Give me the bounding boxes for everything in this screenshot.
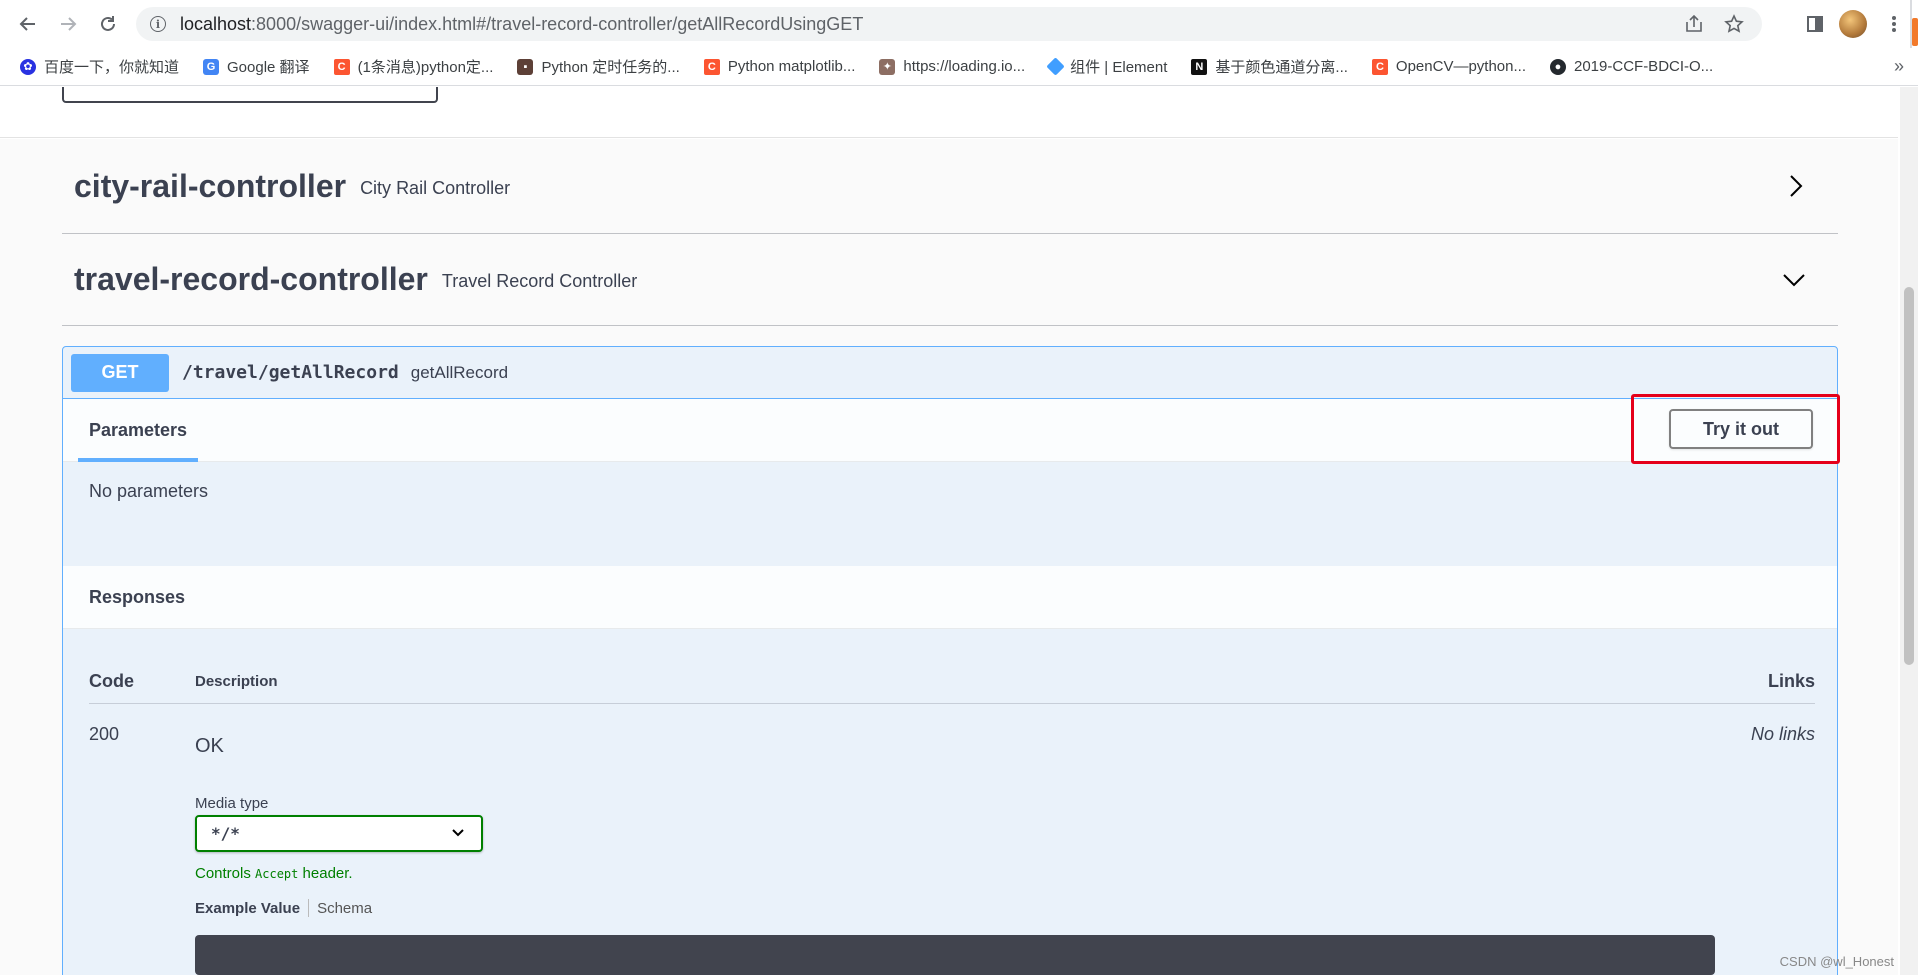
n-icon: N xyxy=(1191,58,1208,75)
profile-avatar[interactable] xyxy=(1839,10,1867,38)
watermark: CSDN @wl_Honest xyxy=(1779,954,1894,969)
bookmark-item[interactable]: N 基于颜色通道分离... xyxy=(1191,56,1348,77)
bookmark-label: Python matplotlib... xyxy=(727,58,856,75)
bookmark-label: 2019-CCF-BDCI-O... xyxy=(1574,58,1714,75)
method-badge: GET xyxy=(71,353,169,392)
chevron-right-icon[interactable] xyxy=(1786,174,1806,198)
bookmark-item[interactable]: ▪ Python 定时任务的... xyxy=(517,56,680,77)
bookmark-item[interactable]: C OpenCV—python... xyxy=(1371,58,1526,75)
highlight-annotation xyxy=(1631,394,1840,464)
bookmark-item[interactable]: ✦ https://loading.io... xyxy=(879,58,1025,75)
media-type-label: Media type xyxy=(195,795,269,812)
side-panel-button[interactable] xyxy=(1801,10,1829,38)
bookmark-item[interactable]: ● 2019-CCF-BDCI-O... xyxy=(1550,58,1713,75)
loading-icon: ✦ xyxy=(879,58,896,75)
bookmark-label: (1条消息)python定... xyxy=(357,59,494,76)
chevron-down-icon xyxy=(452,829,464,837)
tag-title: travel-record-controller xyxy=(74,261,428,297)
example-value-box xyxy=(195,935,1715,975)
tag-description: City Rail Controller xyxy=(360,177,511,198)
csdn-icon: C xyxy=(703,58,720,75)
column-header-code: Code xyxy=(89,671,134,691)
help-suffix: header. xyxy=(298,865,353,882)
tag-title: city-rail-controller xyxy=(74,167,347,204)
operation-summary[interactable]: GET /travel/getAllRecord getAllRecord xyxy=(63,347,1837,399)
chevron-down-icon[interactable] xyxy=(1782,270,1806,290)
bookmark-item[interactable]: 组件 | Element xyxy=(1046,56,1168,77)
bookmark-label: 组件 | Element xyxy=(1070,59,1168,76)
column-header-links: Links xyxy=(1767,671,1815,691)
element-icon xyxy=(1046,57,1065,76)
bookmark-item[interactable]: C (1条消息)python定... xyxy=(333,56,494,77)
back-button[interactable] xyxy=(14,10,42,38)
bookmark-label: Python 定时任务的... xyxy=(541,59,680,76)
header-divider xyxy=(89,703,1815,704)
bookmark-label: 基于颜色通道分离... xyxy=(1215,59,1348,76)
scheme-section xyxy=(0,87,1898,138)
tag-description: Travel Record Controller xyxy=(441,271,638,291)
bookmark-label: Google 翻译 xyxy=(227,59,310,76)
parameters-header: Parameters Try it out xyxy=(63,399,1837,462)
media-type-help: Controls Accept header. xyxy=(195,865,353,882)
tab-example-value[interactable]: Example Value xyxy=(195,900,300,917)
scrollbar-thumb[interactable] xyxy=(1904,287,1914,665)
response-description: OK xyxy=(195,735,224,757)
bookmark-label: https://loading.io... xyxy=(903,58,1026,75)
address-bar[interactable]: i localhost:8000/swagger-ui/index.html#/… xyxy=(136,7,1762,41)
reload-icon xyxy=(101,16,115,31)
forward-button[interactable] xyxy=(54,10,82,38)
more-bookmarks-button[interactable]: » xyxy=(1894,56,1904,77)
page-viewport: city-rail-controller City Rail Controlle… xyxy=(0,87,1898,975)
menu-button[interactable] xyxy=(1880,10,1908,38)
bookmark-label: 百度一下，你就知道 xyxy=(44,59,180,76)
operation-description: getAllRecord xyxy=(410,362,509,382)
url-path: :8000/swagger-ui/index.html#/travel-reco… xyxy=(251,13,864,34)
star-icon[interactable] xyxy=(1724,14,1744,34)
tag-city-rail-controller[interactable]: city-rail-controller City Rail Controlle… xyxy=(62,139,1838,234)
baidu-icon: ✿ xyxy=(20,58,36,75)
camera-icon: ▪ xyxy=(517,58,534,75)
bookmark-label: OpenCV—python... xyxy=(1395,58,1526,75)
response-links: No links xyxy=(1750,724,1815,744)
tag-travel-record-controller[interactable]: travel-record-controller Travel Record C… xyxy=(62,234,1838,326)
share-icon[interactable] xyxy=(1684,14,1704,34)
site-info-icon[interactable]: i xyxy=(150,16,166,32)
google-translate-icon: G xyxy=(203,58,220,75)
help-code: Accept xyxy=(255,867,299,881)
csdn-icon: C xyxy=(1371,58,1388,75)
csdn-icon: C xyxy=(333,58,350,75)
scheme-select[interactable] xyxy=(62,87,438,103)
arrow-right-icon xyxy=(61,17,77,31)
arrow-left-icon xyxy=(19,17,35,31)
responses-title: Responses xyxy=(89,586,186,607)
bookmark-item[interactable]: C Python matplotlib... xyxy=(703,58,856,75)
help-prefix: Controls xyxy=(195,865,256,882)
url-text: localhost:8000/swagger-ui/index.html#/tr… xyxy=(180,14,863,35)
bookmarks-bar: ✿ 百度一下，你就知道 G Google 翻译 C (1条消息)python定... … xyxy=(0,48,1918,86)
tab-schema[interactable]: Schema xyxy=(317,900,372,917)
operation-get-all-record: GET /travel/getAllRecord getAllRecord Pa… xyxy=(62,346,1838,975)
operation-path: /travel/getAllRecord xyxy=(182,362,399,383)
bookmark-item[interactable]: ✿ 百度一下，你就知道 xyxy=(20,56,179,77)
bookmark-item[interactable]: G Google 翻译 xyxy=(203,56,310,77)
example-tabs: Example Value Schema xyxy=(195,899,372,917)
github-icon: ● xyxy=(1550,58,1566,75)
media-type-value: */* xyxy=(211,824,240,843)
reload-button[interactable] xyxy=(94,10,122,38)
no-parameters-text: No parameters xyxy=(89,481,209,501)
media-type-select[interactable]: */* xyxy=(195,815,483,852)
side-panel-icon xyxy=(1807,16,1823,32)
browser-toolbar: i localhost:8000/swagger-ui/index.html#/… xyxy=(0,0,1918,48)
tab-separator xyxy=(308,899,310,917)
tab-parameters[interactable]: Parameters xyxy=(78,399,198,462)
url-host: localhost xyxy=(180,13,252,34)
column-header-description: Description xyxy=(195,673,278,690)
response-code: 200 xyxy=(89,724,120,744)
page-scrollbar[interactable] xyxy=(1900,87,1918,975)
kebab-menu-icon xyxy=(1892,16,1896,32)
responses-header: Responses xyxy=(63,566,1837,629)
